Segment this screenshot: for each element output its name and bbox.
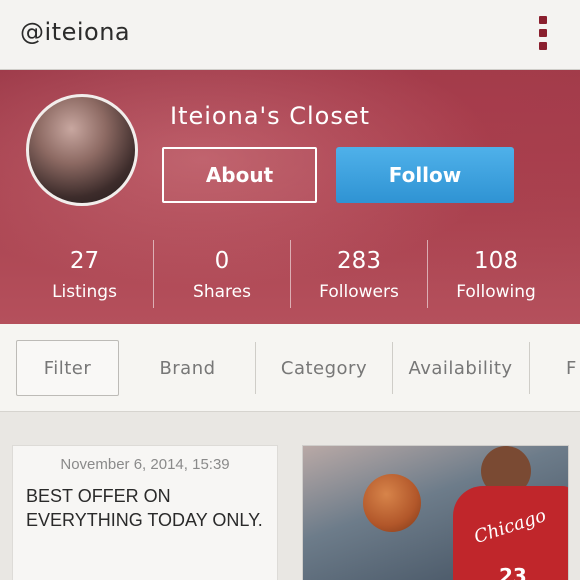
stat-following[interactable]: 108 Following — [427, 240, 564, 308]
post-date: November 6, 2014, 15:39 — [60, 456, 230, 473]
username-handle: @iteiona — [20, 18, 131, 46]
divider — [255, 342, 256, 394]
text-post-card[interactable]: November 6, 2014, 15:39 BEST OFFER ON EV… — [13, 446, 277, 580]
follow-button[interactable]: Follow — [336, 147, 514, 203]
brand-filter-tab[interactable]: Brand — [130, 340, 245, 396]
stat-value: 283 — [337, 248, 381, 274]
stat-value: 27 — [69, 248, 100, 274]
overflow-menu-icon[interactable] — [532, 14, 554, 52]
basketball — [363, 474, 421, 532]
category-filter-tab[interactable]: Category — [262, 340, 386, 396]
about-button[interactable]: About — [162, 147, 317, 203]
stat-value: 108 — [474, 248, 518, 274]
divider — [529, 342, 530, 394]
avatar[interactable] — [26, 94, 138, 206]
stat-label: Shares — [193, 282, 251, 302]
jersey-number: 23 — [499, 564, 527, 580]
closet-title: Iteiona's Closet — [170, 102, 371, 130]
listing-image-card[interactable]: Chicago 23 — [303, 446, 568, 580]
more-filter-tab[interactable]: F — [566, 340, 580, 396]
stat-value: 0 — [214, 248, 230, 274]
stat-label: Listings — [52, 282, 117, 302]
stat-label: Following — [456, 282, 536, 302]
divider — [392, 342, 393, 394]
filter-bar: Filter Brand Category Availability F — [0, 324, 580, 412]
stat-label: Followers — [319, 282, 399, 302]
availability-filter-tab[interactable]: Availability — [398, 340, 523, 396]
stat-followers[interactable]: 283 Followers — [290, 240, 427, 308]
profile-stats: 27 Listings 0 Shares 283 Followers 108 F… — [16, 240, 564, 308]
post-text: BEST OFFER ON EVERYTHING TODAY ONLY. — [26, 486, 263, 530]
stat-listings[interactable]: 27 Listings — [16, 240, 153, 308]
filter-button[interactable]: Filter — [16, 340, 119, 396]
profile-header: Iteiona's Closet About Follow 27 Listing… — [0, 70, 580, 324]
stat-shares[interactable]: 0 Shares — [153, 240, 290, 308]
top-app-bar: @iteiona — [0, 0, 580, 70]
